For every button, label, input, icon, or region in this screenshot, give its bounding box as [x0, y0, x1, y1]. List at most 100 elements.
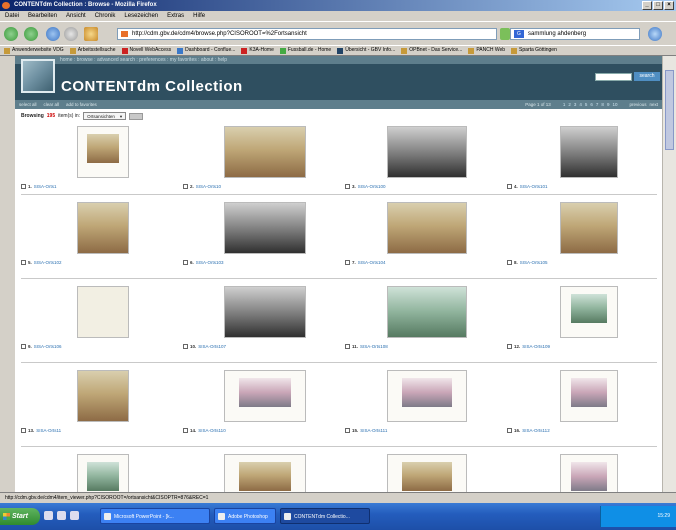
select-checkbox[interactable] [345, 428, 350, 433]
thumbnail-image[interactable] [560, 370, 618, 422]
select-checkbox[interactable] [21, 344, 26, 349]
thumbnail-image[interactable] [224, 286, 306, 338]
thumbnail-image[interactable] [77, 286, 129, 338]
select-checkbox[interactable] [21, 428, 26, 433]
item-title-link[interactable]: SISA-Orts101 [520, 184, 548, 189]
bookmark-item[interactable]: Novell WebAccess [121, 46, 171, 55]
previous-link[interactable]: previous [629, 100, 646, 109]
go-button[interactable] [129, 112, 144, 120]
select-checkbox[interactable] [345, 184, 350, 189]
item-title-link[interactable]: SISA-Orts102 [34, 260, 62, 265]
page-link[interactable]: 7 [596, 100, 599, 109]
page-link[interactable]: 2 [568, 100, 571, 109]
thumbnail-image[interactable] [77, 202, 129, 254]
select-checkbox[interactable] [507, 184, 512, 189]
bookmark-item[interactable]: Sparta Göttingen [511, 46, 557, 55]
bookmark-item[interactable]: Anwenderwebsite VDG [4, 46, 64, 55]
select-checkbox[interactable] [345, 260, 350, 265]
add-to-favorites-link[interactable]: add to favorites [66, 100, 97, 109]
stop-icon[interactable] [64, 27, 78, 41]
select-checkbox[interactable] [183, 428, 188, 433]
bookmark-item[interactable]: Fussball.de - Home [279, 46, 331, 55]
bookmark-item[interactable]: K3A-Home [241, 46, 274, 55]
thumbnail-image[interactable] [224, 370, 306, 422]
select-checkbox[interactable] [507, 428, 512, 433]
home-icon[interactable] [84, 27, 98, 41]
thumbnail-image[interactable] [77, 126, 129, 178]
select-checkbox[interactable] [507, 344, 512, 349]
search-magnifier-icon[interactable] [648, 27, 662, 41]
start-button[interactable]: Start [0, 508, 40, 525]
thumbnail-image[interactable] [387, 202, 467, 254]
page-link[interactable]: 3 [574, 100, 577, 109]
bookmark-item[interactable]: Arbeitsstellsuche [69, 46, 116, 55]
quicklaunch-icon[interactable] [44, 511, 53, 520]
quicklaunch-icon[interactable] [70, 511, 79, 520]
menu-item-bearbeiten[interactable]: Bearbeiten [28, 11, 57, 21]
thumbnail-image[interactable] [77, 454, 129, 492]
thumbnail-image[interactable] [560, 286, 618, 338]
bookmark-item[interactable]: Dashboard - Conflue... [177, 46, 235, 55]
select-all-link[interactable]: select all [19, 100, 37, 109]
page-link[interactable]: 4 [579, 100, 582, 109]
taskbar-item-contentdm[interactable]: CONTENTdm Collectio... [280, 508, 370, 524]
item-title-link[interactable]: SISA-Orts100 [358, 184, 386, 189]
select-checkbox[interactable] [21, 260, 26, 265]
item-title-link[interactable]: SISA-Orts108 [360, 344, 388, 349]
menu-item-datei[interactable]: Datei [5, 11, 19, 21]
go-arrow-icon[interactable] [500, 28, 510, 40]
collection-select[interactable]: Ortsansichten ▾ [83, 112, 127, 120]
cdm-search-button[interactable]: search [634, 72, 660, 81]
next-link[interactable]: next [649, 100, 658, 109]
maximize-button[interactable]: □ [653, 1, 663, 10]
thumbnail-image[interactable] [387, 286, 467, 338]
item-title-link[interactable]: SISA-Orts106 [34, 344, 62, 349]
item-title-link[interactable]: SISA-Orts107 [198, 344, 226, 349]
item-title-link[interactable]: SISA-Orts110 [198, 428, 225, 433]
menu-item-hilfe[interactable]: Hilfe [193, 11, 205, 21]
back-arrow-icon[interactable] [4, 27, 18, 41]
minimize-button[interactable]: _ [642, 1, 652, 10]
forward-arrow-icon[interactable] [24, 27, 38, 41]
thumbnail-image[interactable] [224, 454, 306, 492]
item-title-link[interactable]: SISA-Orts111 [360, 428, 387, 433]
thumbnail-image[interactable] [387, 126, 467, 178]
menu-item-chronik[interactable]: Chronik [95, 11, 116, 21]
item-title-link[interactable]: SISA-Orts109 [522, 344, 550, 349]
page-link[interactable]: 1 [563, 100, 566, 109]
thumbnail-image[interactable] [560, 126, 618, 178]
bookmark-item[interactable]: PANCH Web [468, 46, 505, 55]
clear-all-link[interactable]: clear all [44, 100, 60, 109]
bookmark-item[interactable]: Übersicht - GBV Info... [337, 46, 395, 55]
vertical-scrollbar[interactable] [662, 56, 676, 492]
select-checkbox[interactable] [507, 260, 512, 265]
select-checkbox[interactable] [183, 184, 188, 189]
page-link[interactable]: 6 [590, 100, 593, 109]
menu-item-lesezeichen[interactable]: Lesezeichen [124, 11, 158, 21]
page-link[interactable]: 5 [585, 100, 588, 109]
scrollbar-thumb[interactable] [665, 70, 674, 150]
cdm-search-input[interactable] [595, 73, 632, 81]
item-title-link[interactable]: SISA-Orts1 [34, 184, 57, 189]
menu-item-extras[interactable]: Extras [167, 11, 184, 21]
select-checkbox[interactable] [21, 184, 26, 189]
thumbnail-image[interactable] [77, 370, 129, 422]
bookmark-item[interactable]: OPBnet - Das Service... [401, 46, 462, 55]
search-input[interactable]: G sammlung ahdenberg [510, 28, 640, 40]
select-checkbox[interactable] [183, 260, 188, 265]
select-checkbox[interactable] [345, 344, 350, 349]
thumbnail-image[interactable] [224, 126, 306, 178]
thumbnail-image[interactable] [560, 202, 618, 254]
reload-icon[interactable] [46, 27, 60, 41]
item-title-link[interactable]: SISA-Orts10 [196, 184, 221, 189]
thumbnail-image[interactable] [560, 454, 618, 492]
item-title-link[interactable]: SISA-Orts105 [520, 260, 548, 265]
menu-item-ansicht[interactable]: Ansicht [66, 11, 86, 21]
close-button[interactable]: × [664, 1, 674, 10]
quicklaunch-icon[interactable] [57, 511, 66, 520]
item-title-link[interactable]: SISA-Orts104 [358, 260, 386, 265]
thumbnail-image[interactable] [387, 454, 467, 492]
taskbar-item-powerpoint[interactable]: Microsoft PowerPoint - [k... [100, 508, 210, 524]
page-link[interactable]: 9 [607, 100, 610, 109]
page-link[interactable]: 8 [601, 100, 604, 109]
